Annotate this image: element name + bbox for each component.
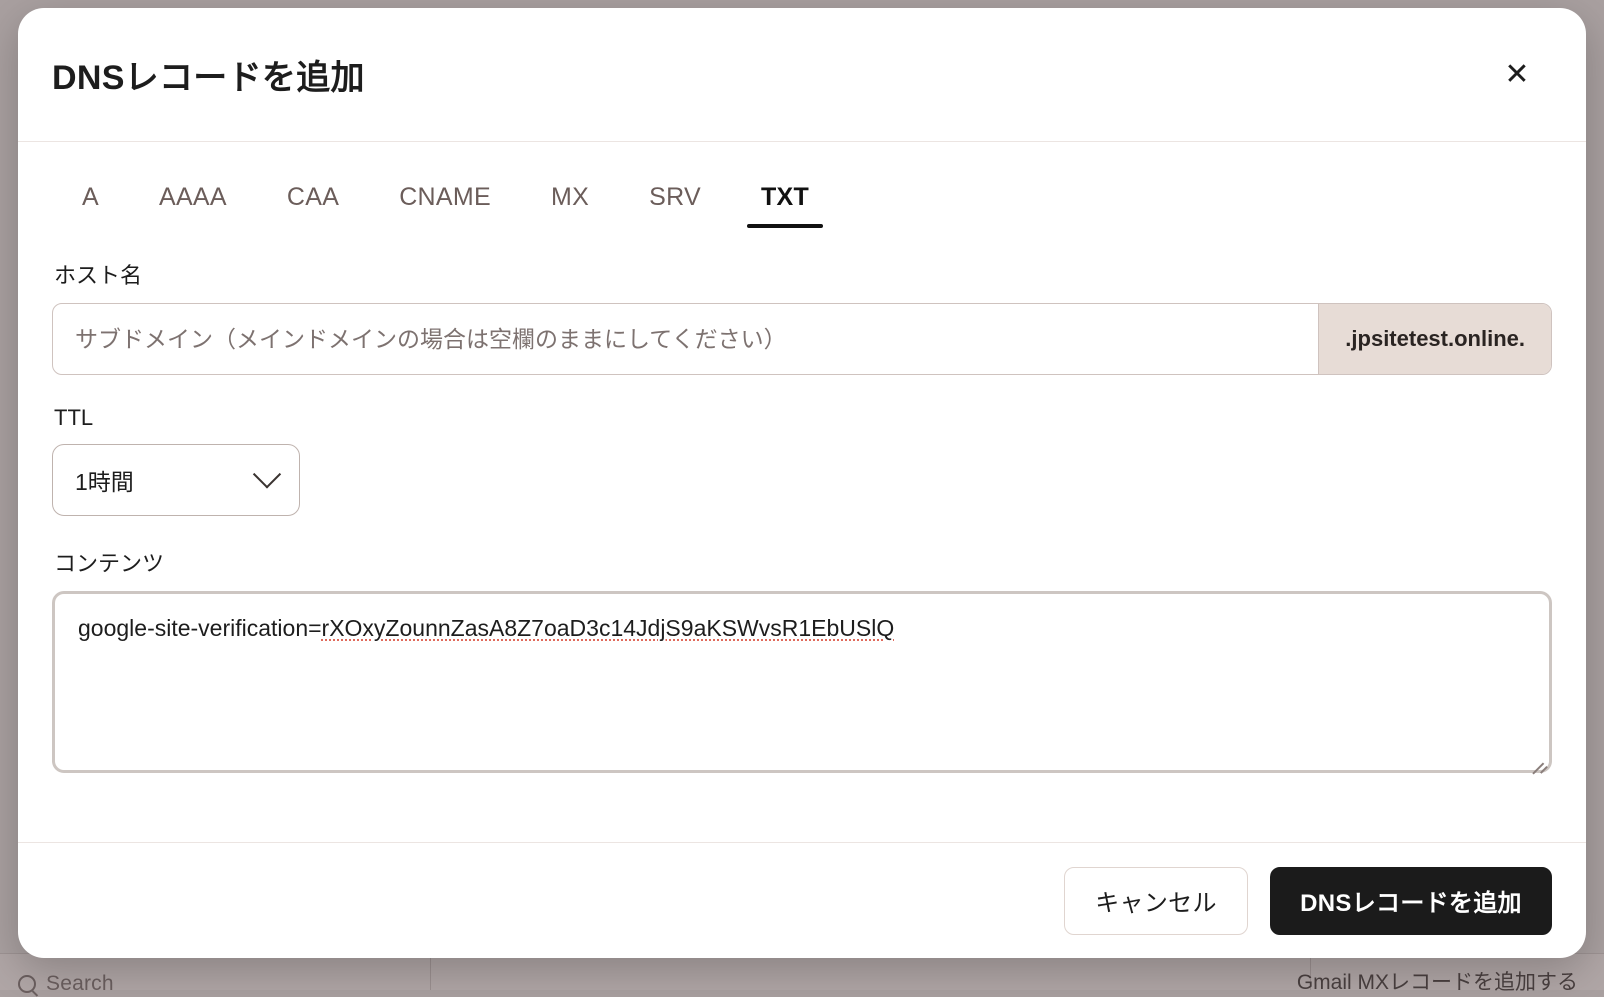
content-label: コンテンツ bbox=[54, 546, 1552, 578]
dialog-body: A AAAA CAA CNAME MX SRV TXT ホスト名 .jpsite… bbox=[18, 142, 1586, 842]
content-token: rXOxyZounnZasA8Z7oaD3c14JdjS9aKSWvsR1EbU… bbox=[322, 615, 895, 641]
tab-cname[interactable]: CNAME bbox=[369, 183, 521, 228]
dialog-footer: キャンセル DNSレコードを追加 bbox=[18, 842, 1586, 958]
chevron-down-icon bbox=[253, 460, 281, 488]
content-prefix: google-site-verification= bbox=[78, 615, 322, 641]
content-textarea-value: google-site-verification=rXOxyZounnZasA8… bbox=[78, 613, 1526, 644]
background-divider-left bbox=[430, 958, 431, 990]
record-type-tabs: A AAAA CAA CNAME MX SRV TXT bbox=[52, 142, 1552, 228]
tab-caa[interactable]: CAA bbox=[257, 183, 369, 228]
hostname-domain-suffix: .jpsitetest.online. bbox=[1318, 304, 1551, 374]
dialog-header: DNSレコードを追加 ✕ bbox=[18, 8, 1586, 142]
add-dns-record-dialog: DNSレコードを追加 ✕ A AAAA CAA CNAME MX SRV TXT… bbox=[18, 8, 1586, 958]
tab-mx[interactable]: MX bbox=[521, 183, 619, 228]
tab-txt[interactable]: TXT bbox=[731, 183, 839, 228]
hostname-label: ホスト名 bbox=[54, 258, 1552, 290]
tab-aaaa[interactable]: AAAA bbox=[129, 183, 257, 228]
background-search-label: Search bbox=[46, 972, 114, 996]
background-right-label: Gmail MXレコードを追加する bbox=[1297, 966, 1578, 996]
close-icon[interactable]: ✕ bbox=[1494, 52, 1540, 98]
ttl-select[interactable]: 1時間 bbox=[52, 444, 300, 516]
cancel-button[interactable]: キャンセル bbox=[1064, 867, 1248, 935]
page-title: DNSレコードを追加 bbox=[52, 50, 1494, 99]
ttl-label: TTL bbox=[54, 405, 1552, 431]
content-textarea[interactable]: google-site-verification=rXOxyZounnZasA8… bbox=[52, 591, 1552, 773]
hostname-input[interactable] bbox=[53, 304, 1318, 374]
search-icon bbox=[18, 975, 36, 993]
ttl-selected-value: 1時間 bbox=[75, 463, 257, 497]
tab-srv[interactable]: SRV bbox=[619, 183, 731, 228]
tab-a[interactable]: A bbox=[52, 183, 129, 228]
textarea-resize-handle[interactable] bbox=[1528, 749, 1544, 765]
add-dns-record-button[interactable]: DNSレコードを追加 bbox=[1270, 867, 1552, 935]
hostname-field-group: .jpsitetest.online. bbox=[52, 303, 1552, 375]
background-search-field: Search bbox=[18, 972, 114, 996]
